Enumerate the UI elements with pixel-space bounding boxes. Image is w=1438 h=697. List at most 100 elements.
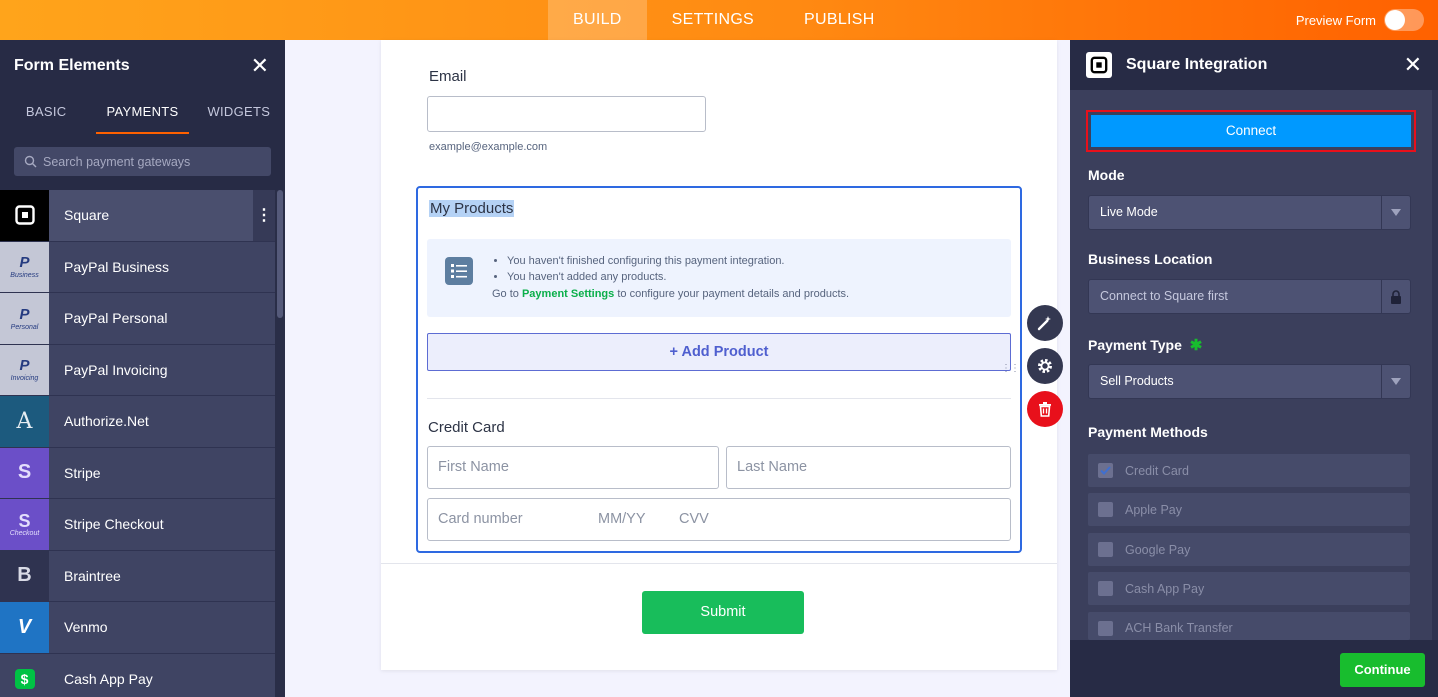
list-item-cash-app[interactable]: $ Cash App Pay — [0, 653, 275, 697]
tab-widgets[interactable]: WIDGETS — [193, 92, 285, 134]
more-options-icon[interactable]: ⋮ — [253, 190, 275, 241]
payment-settings-link[interactable]: Payment Settings — [522, 288, 614, 300]
scrollbar-track — [1432, 90, 1438, 640]
tab-build[interactable]: BUILD — [548, 0, 647, 40]
mmyy-placeholder: MM/YY — [598, 511, 646, 527]
icon-sub: Business — [10, 272, 39, 280]
drag-handle-icon[interactable]: ⋮⋮ — [1001, 364, 1020, 374]
tab-settings[interactable]: SETTINGS — [647, 0, 779, 40]
payment-method-ach[interactable]: ACH Bank Transfer — [1088, 612, 1410, 640]
form-elements-panel: Form Elements ✕ BASIC PAYMENTS WIDGETS S… — [0, 40, 285, 697]
list-item-paypal-business[interactable]: P Business PayPal Business — [0, 241, 275, 293]
list-item-label: Stripe — [64, 464, 101, 481]
mode-select[interactable]: Live Mode — [1088, 195, 1411, 230]
list-item-paypal-invoicing[interactable]: P Invoicing PayPal Invoicing — [0, 344, 275, 396]
trash-icon[interactable] — [1027, 391, 1063, 427]
notice-goto: Go to Payment Settings to configure your… — [492, 288, 849, 300]
form-elements-header: Form Elements ✕ — [0, 40, 285, 92]
notice-list: You haven't finished configuring this pa… — [507, 253, 785, 285]
checkbox-icon[interactable] — [1098, 581, 1113, 596]
preview-form: Preview Form — [1296, 9, 1424, 31]
card-number-field[interactable]: Card number MM/YY CVV — [427, 498, 1011, 541]
icon-glyph: V — [17, 615, 32, 638]
products-field[interactable]: My Products You haven't finished configu… — [416, 186, 1022, 553]
goto-prefix: Go to — [492, 288, 519, 300]
square-integration-panel: Square Integration ✕ Connect Mode Live M… — [1070, 40, 1438, 697]
payment-method-cash-app-pay[interactable]: Cash App Pay — [1088, 572, 1410, 605]
wand-icon[interactable] — [1027, 305, 1063, 341]
top-nav: BUILD SETTINGS PUBLISH — [548, 0, 900, 40]
mode-label: Mode — [1088, 167, 1125, 183]
email-field[interactable] — [427, 96, 706, 132]
submit-button[interactable]: Submit — [642, 591, 804, 634]
checkbox-icon[interactable] — [1098, 542, 1113, 557]
form-canvas: Email example@example.com My Products Yo… — [381, 40, 1057, 670]
email-sublabel: example@example.com — [429, 141, 548, 153]
list-item-stripe-checkout[interactable]: S Checkout Stripe Checkout — [0, 499, 275, 551]
integration-title: Square Integration — [1126, 56, 1268, 73]
search-input[interactable]: Search payment gateways — [14, 147, 271, 176]
list-item-paypal-personal[interactable]: P Personal PayPal Personal — [0, 293, 275, 345]
form-elements-title: Form Elements — [14, 57, 130, 74]
cvv-placeholder: CVV — [679, 511, 709, 527]
list-item-label: Square — [64, 207, 110, 224]
icon-sub: Personal — [10, 323, 39, 331]
gear-icon[interactable] — [1027, 348, 1063, 384]
square-logo-icon — [1086, 52, 1112, 78]
connect-button[interactable]: Connect — [1091, 115, 1411, 147]
list-item-venmo[interactable]: V Venmo — [0, 602, 275, 654]
close-icon[interactable]: ✕ — [251, 55, 269, 77]
icon-glyph: B — [17, 564, 32, 587]
last-name-field[interactable]: Last Name — [726, 446, 1011, 489]
products-title[interactable]: My Products — [429, 200, 515, 217]
chevron-down-icon — [1381, 196, 1410, 229]
payment-type-value: Sell Products — [1100, 374, 1174, 388]
mode-value: Live Mode — [1100, 205, 1158, 219]
payment-method-apple-pay[interactable]: Apple Pay — [1088, 493, 1410, 526]
notice-item: You haven't finished configuring this pa… — [507, 253, 785, 269]
list-item-label: PayPal Personal — [64, 310, 168, 327]
payment-method-label: Cash App Pay — [1125, 581, 1205, 596]
tab-publish[interactable]: PUBLISH — [779, 0, 900, 40]
connect-highlight: Connect — [1086, 110, 1416, 152]
icon-glyph: S — [17, 461, 32, 484]
tab-payments[interactable]: PAYMENTS — [96, 92, 189, 134]
search-icon — [24, 155, 37, 168]
list-item-label: PayPal Business — [64, 258, 170, 275]
payment-type-select[interactable]: Sell Products — [1088, 364, 1411, 399]
first-name-field[interactable]: First Name — [427, 446, 719, 489]
checkbox-checked-icon[interactable] — [1098, 463, 1113, 478]
payment-method-label: Apple Pay — [1125, 502, 1182, 517]
payment-method-label: Google Pay — [1125, 542, 1191, 557]
credit-card-label: Credit Card — [428, 419, 505, 436]
payment-methods-label: Payment Methods — [1088, 424, 1208, 440]
preview-form-toggle[interactable] — [1384, 9, 1424, 31]
tab-basic[interactable]: BASIC — [0, 92, 92, 134]
icon-glyph: A — [16, 408, 33, 434]
payment-method-google-pay[interactable]: Google Pay — [1088, 533, 1410, 566]
continue-button[interactable]: Continue — [1340, 653, 1425, 687]
close-icon[interactable]: ✕ — [1404, 54, 1422, 76]
notice-item: You haven't added any products. — [507, 269, 785, 285]
checkbox-icon[interactable] — [1098, 502, 1113, 517]
list-item-stripe[interactable]: S Stripe — [0, 447, 275, 499]
required-icon: ✱ — [1189, 337, 1203, 354]
square-logo-icon — [0, 190, 49, 241]
list-item-label: Venmo — [64, 619, 108, 636]
lock-icon — [1381, 280, 1410, 313]
search-placeholder: Search payment gateways — [43, 154, 191, 169]
business-location-select[interactable]: Connect to Square first — [1088, 279, 1411, 314]
checkbox-icon[interactable] — [1098, 621, 1113, 636]
cash-app-icon: $ — [0, 653, 49, 697]
list-item-label: Cash App Pay — [64, 670, 153, 687]
list-item-braintree[interactable]: B Braintree — [0, 550, 275, 602]
scrollbar-thumb[interactable] — [277, 190, 283, 318]
add-product-button[interactable]: + Add Product — [427, 333, 1011, 371]
top-bar: BUILD SETTINGS PUBLISH Preview Form — [0, 0, 1438, 40]
list-item-square[interactable]: Square ⋮ — [0, 190, 275, 242]
preview-form-label: Preview Form — [1295, 12, 1376, 28]
payment-method-credit-card[interactable]: Credit Card — [1088, 454, 1410, 487]
paypal-personal-icon: P Personal — [0, 293, 49, 344]
list-item-label: PayPal Invoicing — [64, 361, 168, 378]
list-item-authorize-net[interactable]: A Authorize.Net — [0, 396, 275, 448]
